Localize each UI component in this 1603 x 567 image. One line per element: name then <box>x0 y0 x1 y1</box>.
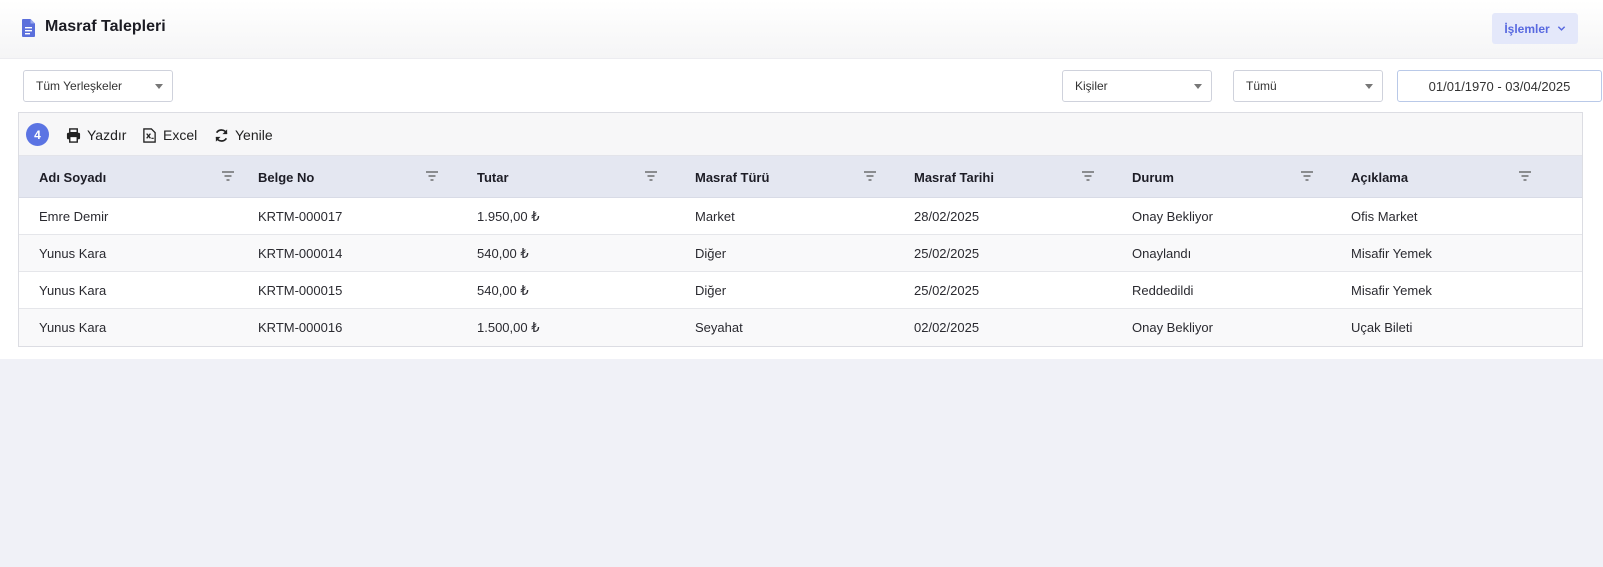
cell-description: Uçak Bileti <box>1351 320 1413 335</box>
cell-status: Onay Bekliyor <box>1132 209 1213 224</box>
cell-name: Yunus Kara <box>39 246 107 261</box>
caret-down-icon <box>1194 84 1202 89</box>
cell-status: Onay Bekliyor <box>1132 320 1213 335</box>
refresh-button[interactable]: Yenile <box>214 125 273 145</box>
record-count-badge: 4 <box>26 123 49 146</box>
column-header-amount[interactable]: Tutar <box>477 156 509 198</box>
filter-icon[interactable] <box>1301 171 1313 181</box>
refresh-label: Yenile <box>235 127 273 143</box>
filter-icon[interactable] <box>864 171 876 181</box>
page-title: Masraf Talepleri <box>45 18 166 35</box>
cell-description: Misafir Yemek <box>1351 283 1432 298</box>
cell-name: Emre Demir <box>39 209 109 224</box>
excel-button[interactable]: Excel <box>142 125 197 145</box>
cell-status: Onaylandı <box>1132 246 1192 261</box>
print-label: Yazdır <box>87 127 127 143</box>
page-header: Masraf Talepleri İşlemler <box>0 0 1603 59</box>
cell-expense-date: 28/02/2025 <box>914 209 980 224</box>
cell-description: Misafir Yemek <box>1351 246 1432 261</box>
refresh-icon <box>215 128 228 142</box>
column-header-status[interactable]: Durum <box>1132 156 1174 198</box>
cell-document-no: KRTM-000015 <box>258 283 343 298</box>
column-header-expense-date[interactable]: Masraf Tarihi <box>914 156 994 198</box>
people-select[interactable]: Kişiler <box>1062 70 1212 102</box>
cell-expense-date: 25/02/2025 <box>914 246 980 261</box>
date-range-picker[interactable]: 01/01/1970 - 03/04/2025 <box>1397 70 1602 102</box>
table-row[interactable]: Emre Demir KRTM-000017 1.950,00 ₺ Market… <box>19 198 1582 235</box>
cell-expense-type: Diğer <box>695 246 727 261</box>
cell-expense-type: Diğer <box>695 283 727 298</box>
document-icon <box>22 19 35 37</box>
table-header-row: Adı Soyadı Belge No Tutar Masraf Türü Ma… <box>19 156 1582 198</box>
excel-label: Excel <box>163 127 198 143</box>
column-header-description[interactable]: Açıklama <box>1351 156 1408 198</box>
filter-icon[interactable] <box>645 171 657 181</box>
printer-icon <box>66 127 81 143</box>
column-header-document-no[interactable]: Belge No <box>258 156 314 198</box>
cell-expense-type: Market <box>695 209 735 224</box>
page-background <box>0 359 1603 567</box>
filter-icon[interactable] <box>222 171 234 181</box>
people-select-value: Kişiler <box>1075 79 1108 93</box>
cell-amount: 1.500,00 ₺ <box>477 319 540 335</box>
cell-amount: 540,00 ₺ <box>477 282 529 298</box>
table-row[interactable]: Yunus Kara KRTM-000016 1.500,00 ₺ Seyaha… <box>19 309 1582 346</box>
column-header-name[interactable]: Adı Soyadı <box>39 156 106 198</box>
cell-name: Yunus Kara <box>39 320 107 335</box>
excel-icon <box>143 127 156 143</box>
table-row[interactable]: Yunus Kara KRTM-000015 540,00 ₺ Diğer 25… <box>19 272 1582 309</box>
grid-toolbar: 4 Yazdır Excel Yenile <box>19 113 1582 156</box>
status-select[interactable]: Tümü <box>1233 70 1383 102</box>
cell-status: Reddedildi <box>1132 283 1194 298</box>
filter-icon[interactable] <box>1082 171 1094 181</box>
cell-document-no: KRTM-000014 <box>258 246 343 261</box>
filter-icon[interactable] <box>426 171 438 181</box>
status-select-value: Tümü <box>1246 79 1277 93</box>
cell-document-no: KRTM-000017 <box>258 209 343 224</box>
caret-down-icon <box>1365 84 1373 89</box>
column-header-expense-type[interactable]: Masraf Türü <box>695 156 769 198</box>
campus-select-value: Tüm Yerleşkeler <box>36 79 123 93</box>
cell-expense-date: 02/02/2025 <box>914 320 980 335</box>
cell-amount: 540,00 ₺ <box>477 245 529 261</box>
cell-name: Yunus Kara <box>39 283 107 298</box>
table-row[interactable]: Yunus Kara KRTM-000014 540,00 ₺ Diğer 25… <box>19 235 1582 272</box>
cell-expense-type: Seyahat <box>695 320 743 335</box>
caret-down-icon <box>155 84 163 89</box>
date-range-value: 01/01/1970 - 03/04/2025 <box>1428 78 1571 94</box>
cell-expense-date: 25/02/2025 <box>914 283 980 298</box>
campus-select[interactable]: Tüm Yerleşkeler <box>23 70 173 102</box>
main-card: Masraf Talepleri İşlemler Tüm Yerleşkele… <box>0 0 1603 359</box>
cell-document-no: KRTM-000016 <box>258 320 343 335</box>
expense-grid: 4 Yazdır Excel Yenile Adı Soyadı Belge N… <box>18 112 1583 347</box>
cell-amount: 1.950,00 ₺ <box>477 208 540 224</box>
chevron-down-icon <box>1557 26 1565 31</box>
cell-description: Ofis Market <box>1351 209 1418 224</box>
filter-icon[interactable] <box>1519 171 1531 181</box>
actions-button-label: İşlemler <box>1504 21 1550 36</box>
print-button[interactable]: Yazdır <box>66 125 126 145</box>
actions-button[interactable]: İşlemler <box>1492 13 1578 44</box>
